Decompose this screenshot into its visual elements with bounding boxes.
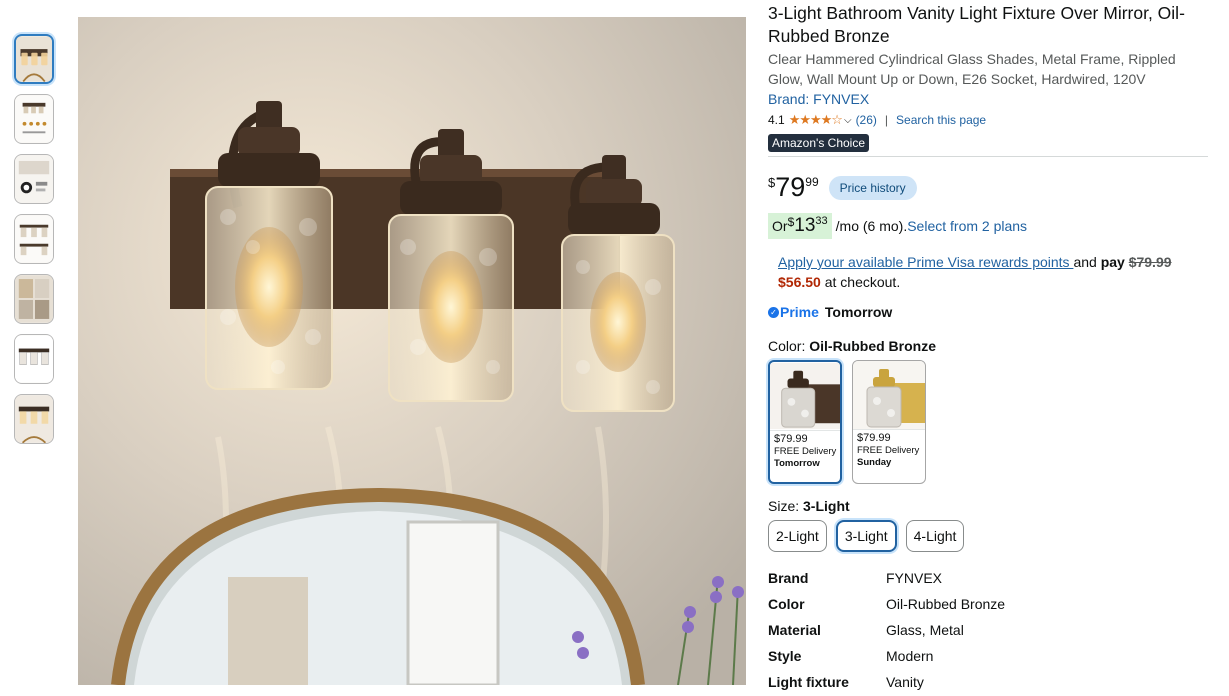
spec-row: Material Glass, Metal xyxy=(768,617,1208,643)
spec-key: Brand xyxy=(768,570,809,586)
visa-suffix: at checkout. xyxy=(820,274,901,290)
brand-link[interactable]: Brand: FYNVEX xyxy=(768,89,1208,109)
spec-row: Color Oil-Rubbed Bronze xyxy=(768,591,1208,617)
size-option-3-light[interactable]: 3-Light xyxy=(835,520,897,552)
visa-discounted-price: $56.50 xyxy=(778,274,821,290)
rating-separator: | xyxy=(884,113,889,127)
thumbnail-7-image xyxy=(15,395,53,443)
thumbnail-1[interactable] xyxy=(14,34,54,84)
monthly-fraction: 33 xyxy=(815,215,828,227)
swatch-bronze-delivery: FREE Delivery xyxy=(774,446,837,457)
spec-value: FYNVEX xyxy=(886,570,943,586)
swatch-brass-price: $79.99 xyxy=(853,429,925,445)
swatch-brass-when: Sunday xyxy=(857,457,892,468)
size-option-2-light[interactable]: 2-Light xyxy=(768,520,827,552)
spec-key: Material xyxy=(768,622,821,638)
product-photo xyxy=(78,17,746,685)
swatch-brass-image xyxy=(853,361,925,429)
delivery-row: ✓ Prime Tomorrow xyxy=(768,302,1208,322)
visa-original-price: $79.99 xyxy=(1128,254,1172,270)
main-product-image[interactable] xyxy=(78,17,746,685)
select-plans-link[interactable]: Select from 2 plans xyxy=(907,218,1027,234)
price-symbol: $ xyxy=(768,175,776,190)
monthly-prefix: Or xyxy=(772,218,788,234)
monthly-whole: 13 xyxy=(794,215,816,236)
monthly-price-box: Or $ 13 33 xyxy=(768,213,832,239)
swatch-brass-delivery: FREE Delivery xyxy=(857,445,920,456)
color-label-text: Color: xyxy=(768,338,810,354)
price-fraction: 99 xyxy=(805,175,819,189)
product-info: 3-Light Bathroom Vanity Light Fixture Ov… xyxy=(768,2,1208,695)
rating-row: 4.1 ★★★★☆ ⌵ (26) | Search this page xyxy=(768,110,1208,130)
amazons-choice-badge: Amazon's Choice xyxy=(768,134,869,152)
thumbnail-3[interactable] xyxy=(14,154,54,204)
swatch-bronze-image xyxy=(770,362,840,430)
prime-visa-offer: Apply your available Prime Visa rewards … xyxy=(768,252,1208,292)
thumbnail-7[interactable] xyxy=(14,394,54,444)
thumbnail-6[interactable] xyxy=(14,334,54,384)
spec-value: Oil-Rubbed Bronze xyxy=(886,596,1006,612)
color-swatch-brass[interactable]: $79.99 FREE Delivery Sunday xyxy=(852,360,926,484)
thumbnail-strip xyxy=(14,34,54,454)
visa-pay: pay xyxy=(1100,254,1129,270)
color-swatch-oil-rubbed-bronze[interactable]: $79.99 FREE Delivery Tomorrow xyxy=(768,360,842,484)
color-label: Color: Oil-Rubbed Bronze xyxy=(768,336,1208,356)
swatch-bronze-when: Tomorrow xyxy=(774,458,820,469)
size-label-text: Size: xyxy=(768,498,804,514)
rating-count-link[interactable]: (26) xyxy=(856,113,877,127)
thumbnail-2-image xyxy=(15,95,53,143)
chevron-down-icon[interactable]: ⌵ xyxy=(844,115,852,126)
search-this-page-link[interactable]: Search this page xyxy=(896,113,986,127)
spec-value: Modern xyxy=(886,648,934,664)
product-subtitle: Clear Hammered Cylindrical Glass Shades,… xyxy=(768,51,1176,87)
prime-visa-link[interactable]: Apply your available Prime Visa rewards … xyxy=(778,254,1073,270)
monthly-term: /mo (6 mo). xyxy=(835,218,908,234)
thumbnail-6-image xyxy=(15,335,53,383)
swatch-bronze-price: $79.99 xyxy=(770,430,840,446)
spec-key: Color xyxy=(768,596,805,612)
size-option-4-light[interactable]: 4-Light xyxy=(905,520,965,552)
star-rating-icon[interactable]: ★★★★☆ xyxy=(789,112,843,128)
thumbnail-2[interactable] xyxy=(14,94,54,144)
spec-value: Glass, Metal xyxy=(886,622,964,638)
product-title: 3-Light Bathroom Vanity Light Fixture Ov… xyxy=(768,3,1185,46)
prime-check-icon: ✓ xyxy=(768,306,779,318)
size-label: Size: 3-Light xyxy=(768,496,1208,516)
spec-row: Light fixture Vanity xyxy=(768,669,1208,695)
thumbnail-1-image xyxy=(16,36,52,82)
monthly-payment-row: Or $ 13 33 /mo (6 mo). Select from 2 pla… xyxy=(768,212,1208,240)
prime-logo: ✓ Prime xyxy=(768,304,819,320)
bronze-fixture-thumbnail xyxy=(770,362,840,430)
price-whole: 79 xyxy=(775,172,806,202)
spec-value: Vanity xyxy=(886,674,924,690)
monthly-symbol: $ xyxy=(787,215,795,229)
rating-value: 4.1 xyxy=(768,113,785,127)
visa-and: and xyxy=(1073,254,1101,270)
price-history-button[interactable]: Price history xyxy=(828,176,917,200)
thumbnail-4[interactable] xyxy=(14,214,54,264)
size-selected: 3-Light xyxy=(803,498,850,514)
color-swatches: $79.99 FREE Delivery Tomorrow $79.99 FRE… xyxy=(768,360,1208,484)
price-row: $ 79 99 Price history xyxy=(768,172,1208,204)
thumbnail-5[interactable] xyxy=(14,274,54,324)
color-selected: Oil-Rubbed Bronze xyxy=(809,338,937,354)
spec-row: Style Modern xyxy=(768,643,1208,669)
spec-key: Style xyxy=(768,648,802,664)
delivery-when: Tomorrow xyxy=(824,304,893,320)
thumbnail-4-image xyxy=(15,215,53,263)
prime-label: Prime xyxy=(780,304,819,320)
size-options: 2-Light 3-Light 4-Light xyxy=(768,520,1208,552)
spec-row: Brand FYNVEX xyxy=(768,565,1208,591)
spec-key: Light fixture xyxy=(768,674,849,690)
divider xyxy=(768,156,1208,157)
brass-fixture-thumbnail xyxy=(853,361,925,429)
thumbnail-5-image xyxy=(15,275,53,323)
thumbnail-3-image xyxy=(15,155,53,203)
spec-table: Brand FYNVEX Color Oil-Rubbed Bronze Mat… xyxy=(768,565,1208,695)
